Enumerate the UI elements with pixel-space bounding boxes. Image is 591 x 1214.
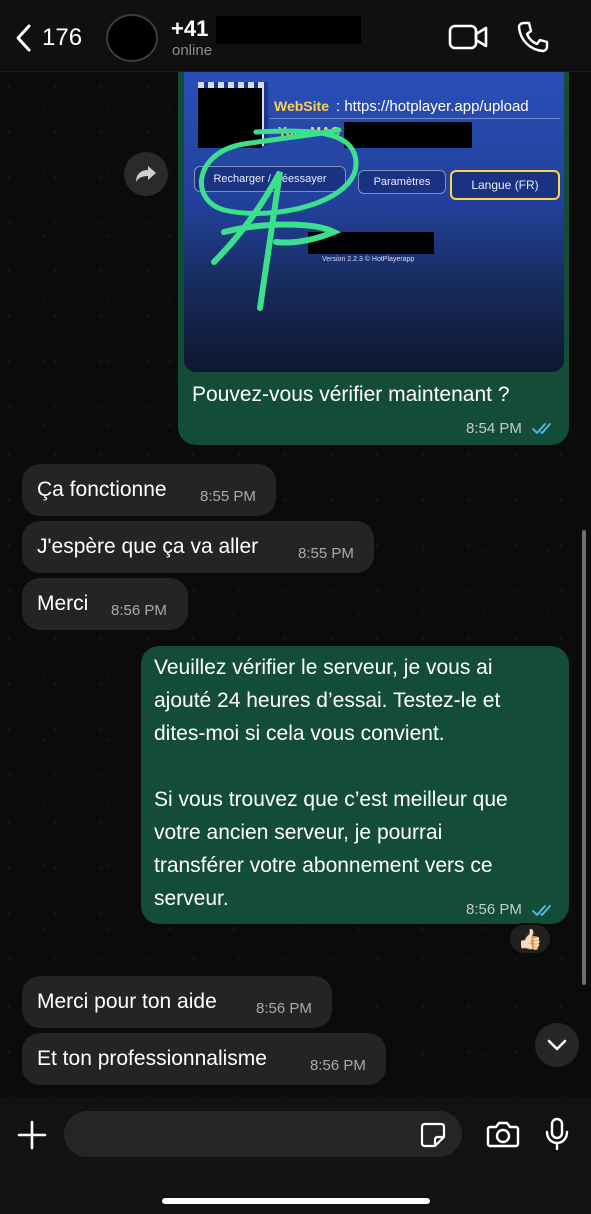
unread-count: 176 (42, 24, 83, 51)
double-check-icon (532, 423, 551, 434)
outgoing-message-bubble[interactable]: Veuillez vérifier le serveur, je vous ai… (141, 646, 569, 924)
message-text: Merci pour ton aide (37, 990, 217, 1013)
chat-area[interactable]: WebSite : https://hotplayer.app/upload Y… (0, 72, 591, 1097)
plus-icon[interactable] (16, 1119, 48, 1151)
chat-header: 176 +41 online (0, 0, 591, 72)
incoming-message-bubble[interactable]: Ça fonctionne 8:55 PM (22, 464, 276, 516)
message-text: J'espère que ça va aller (37, 535, 259, 558)
message-line: serveur. (154, 887, 229, 910)
message-line: transférer votre abonnement vers ce (154, 854, 493, 877)
double-check-icon (532, 905, 551, 916)
green-scribble-annotation (198, 127, 359, 311)
chat-scrollbar[interactable] (582, 530, 586, 985)
message-line: votre ancien serveur, je pourrai (154, 821, 443, 844)
message-text: Pouvez-vous vérifier maintenant ? (192, 383, 510, 406)
message-time: 8:56 PM (111, 602, 167, 619)
video-call-icon[interactable] (448, 22, 488, 52)
phone-icon[interactable] (516, 20, 550, 54)
message-text: Ça fonctionne (37, 478, 167, 501)
message-time: 8:56 PM (256, 1000, 312, 1017)
camera-icon[interactable] (486, 1119, 520, 1149)
incoming-message-bubble[interactable]: J'espère que ça va aller 8:55 PM (22, 521, 374, 573)
message-time: 8:55 PM (298, 545, 354, 562)
message-text: Et ton professionnalisme (37, 1047, 267, 1070)
scroll-to-bottom-button[interactable] (535, 1023, 579, 1067)
attached-photo[interactable]: WebSite : https://hotplayer.app/upload Y… (184, 72, 564, 372)
message-composer (0, 1097, 591, 1214)
message-text: Merci (37, 592, 89, 615)
forward-icon (136, 166, 156, 182)
microphone-icon[interactable] (544, 1117, 570, 1151)
avatar[interactable] (106, 14, 158, 62)
message-input[interactable] (64, 1111, 462, 1157)
back-button[interactable]: 176 (14, 18, 114, 58)
message-line: Veuillez vérifier le serveur, je vous ai (154, 656, 493, 679)
chevron-left-icon (16, 24, 31, 52)
message-line: Si vous trouvez que c’est meilleur que (154, 788, 508, 811)
message-line: ajouté 24 heures d’essai. Testez-le et (154, 689, 501, 712)
message-line: dites-moi si cela vous convient. (154, 722, 445, 745)
contact-status: online (172, 42, 213, 59)
home-indicator (162, 1198, 430, 1204)
redaction-box (216, 16, 361, 44)
incoming-message-bubble[interactable]: Et ton professionnalisme 8:56 PM (22, 1033, 386, 1085)
incoming-message-bubble[interactable]: Merci pour ton aide 8:56 PM (22, 976, 332, 1028)
forward-button[interactable] (124, 152, 168, 196)
message-time: 8:55 PM (200, 488, 256, 505)
message-line (154, 750, 508, 783)
sticker-icon[interactable] (419, 1121, 447, 1149)
message-time: 8:54 PM (466, 420, 522, 437)
message-body: Veuillez vérifier le serveur, je vous ai… (154, 651, 508, 915)
incoming-message-bubble[interactable]: Merci 8:56 PM (22, 578, 188, 630)
message-time: 8:56 PM (310, 1057, 366, 1074)
thumbs-up-reaction[interactable]: 👍🏻 (508, 923, 552, 955)
chevron-down-icon (547, 1039, 567, 1051)
message-time: 8:56 PM (466, 901, 522, 918)
contact-name[interactable]: +41 (171, 16, 208, 42)
